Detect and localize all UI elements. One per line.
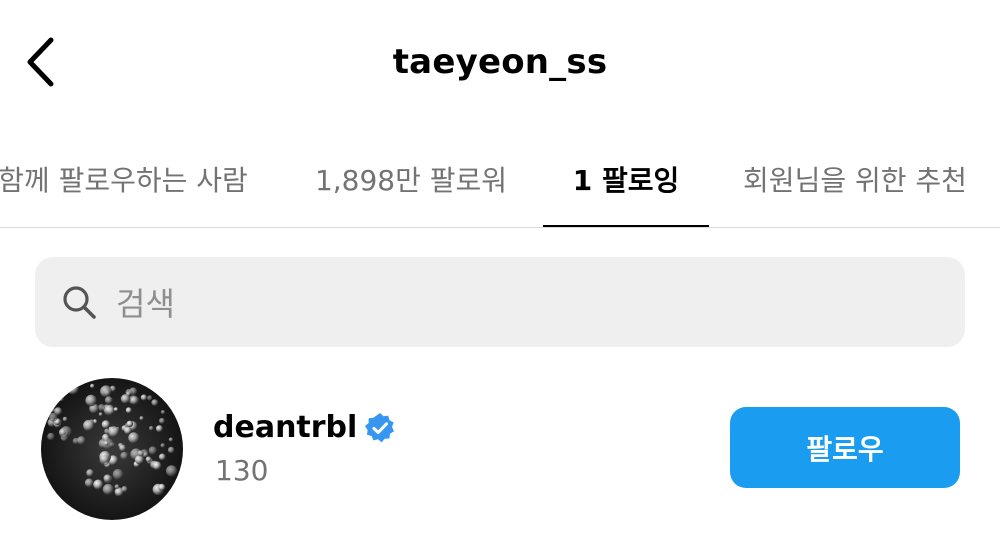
username: deantrbl [213, 410, 358, 445]
top-bar: taeyeon_ss [0, 0, 1000, 130]
user-name-link[interactable]: deantrbl [213, 410, 397, 445]
tab-following[interactable]: 1 팔로잉 [543, 130, 709, 228]
search-icon [60, 283, 98, 321]
follow-button[interactable]: 팔로우 [730, 407, 960, 488]
tab-followers[interactable]: 1,898만 팔로워 [302, 130, 520, 228]
tab-bar: 함께 팔로우하는 사람 1,898만 팔로워 1 팔로잉 회원님을 위한 추천 [0, 130, 1000, 228]
search-placeholder: 검색 [116, 285, 175, 323]
tab-suggested[interactable]: 회원님을 위한 추천 [730, 130, 980, 228]
list-item: deantrbl 130 팔로우 [0, 372, 1000, 532]
user-subtitle: 130 [215, 454, 269, 487]
search-input[interactable]: 검색 [35, 257, 965, 347]
page-title: taeyeon_ss [392, 42, 608, 82]
avatar[interactable] [41, 378, 183, 520]
verified-badge-icon [365, 412, 395, 442]
tab-mutual-followers[interactable]: 함께 팔로우하는 사람 [0, 130, 254, 228]
active-tab-indicator [543, 225, 709, 227]
